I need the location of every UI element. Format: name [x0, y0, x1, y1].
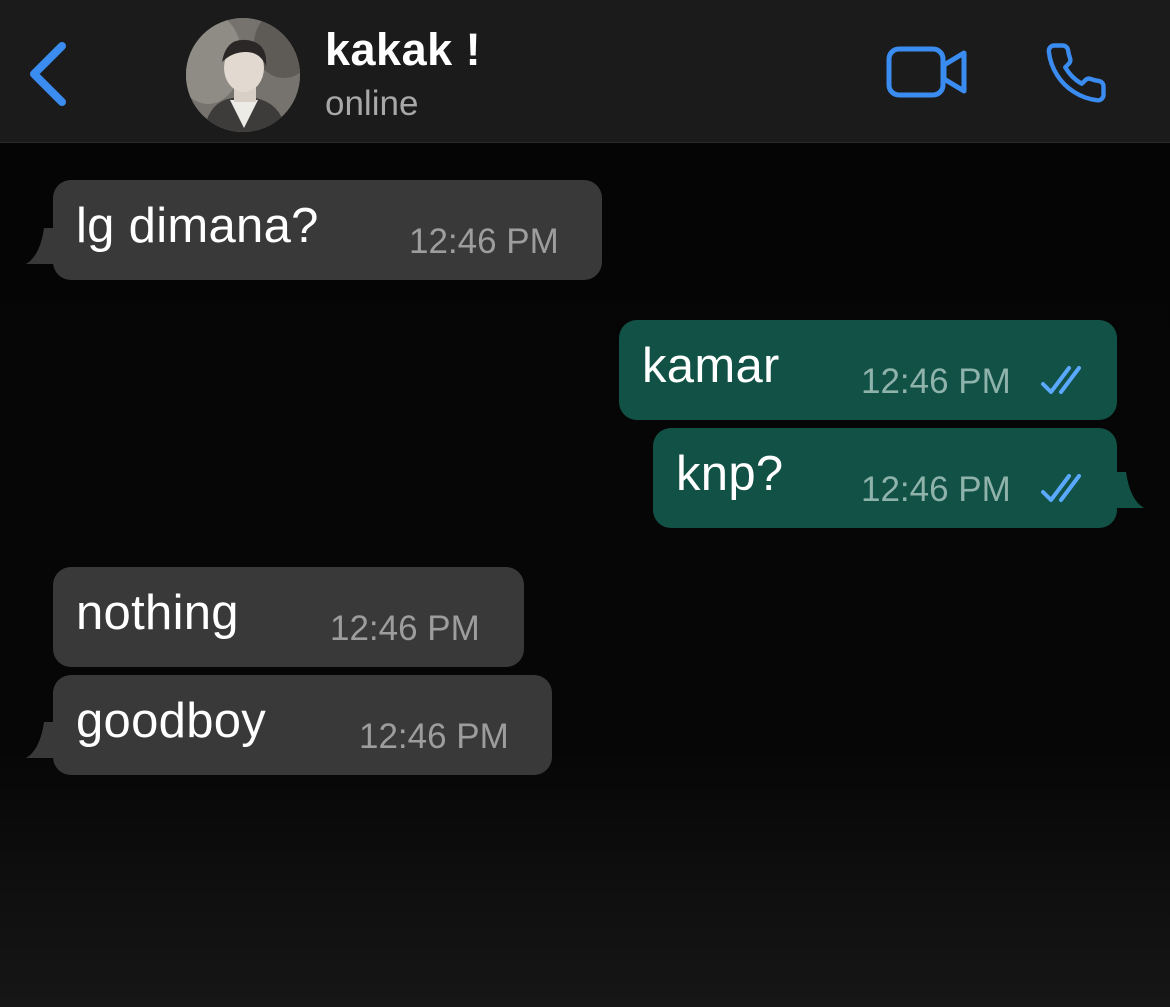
message-text: kamar: [642, 339, 780, 393]
message-text: goodboy: [76, 694, 267, 748]
voice-call-button[interactable]: [1042, 40, 1110, 106]
message-bubble-outgoing[interactable]: knp? 12:46 PM: [653, 428, 1117, 528]
double-check-icon: [1041, 474, 1081, 502]
message-text: nothing: [76, 586, 239, 640]
contact-status: online: [325, 84, 419, 123]
message-bubble-incoming[interactable]: nothing 12:46 PM: [53, 567, 524, 667]
message-time: 12:46 PM: [861, 470, 1011, 509]
video-call-button[interactable]: [884, 44, 968, 100]
message-text: lg dimana?: [76, 199, 319, 253]
message-time: 12:46 PM: [330, 609, 480, 648]
back-button[interactable]: [22, 38, 78, 110]
message-bubble-incoming[interactable]: goodboy 12:46 PM: [53, 675, 552, 775]
contact-name[interactable]: kakak !: [325, 24, 481, 76]
message-time: 12:46 PM: [409, 222, 559, 261]
chat-header: kakak ! online: [0, 0, 1170, 143]
message-text: knp?: [676, 447, 784, 501]
chevron-left-icon: [30, 42, 66, 106]
double-check-icon: [1041, 366, 1081, 394]
video-camera-icon: [886, 46, 967, 98]
message-bubble-incoming[interactable]: lg dimana? 12:46 PM: [53, 180, 602, 280]
message-bubble-outgoing[interactable]: kamar 12:46 PM: [619, 320, 1117, 420]
phone-icon: [1046, 43, 1106, 103]
message-time: 12:46 PM: [359, 717, 509, 756]
message-time: 12:46 PM: [861, 362, 1011, 401]
contact-avatar[interactable]: [186, 18, 300, 132]
